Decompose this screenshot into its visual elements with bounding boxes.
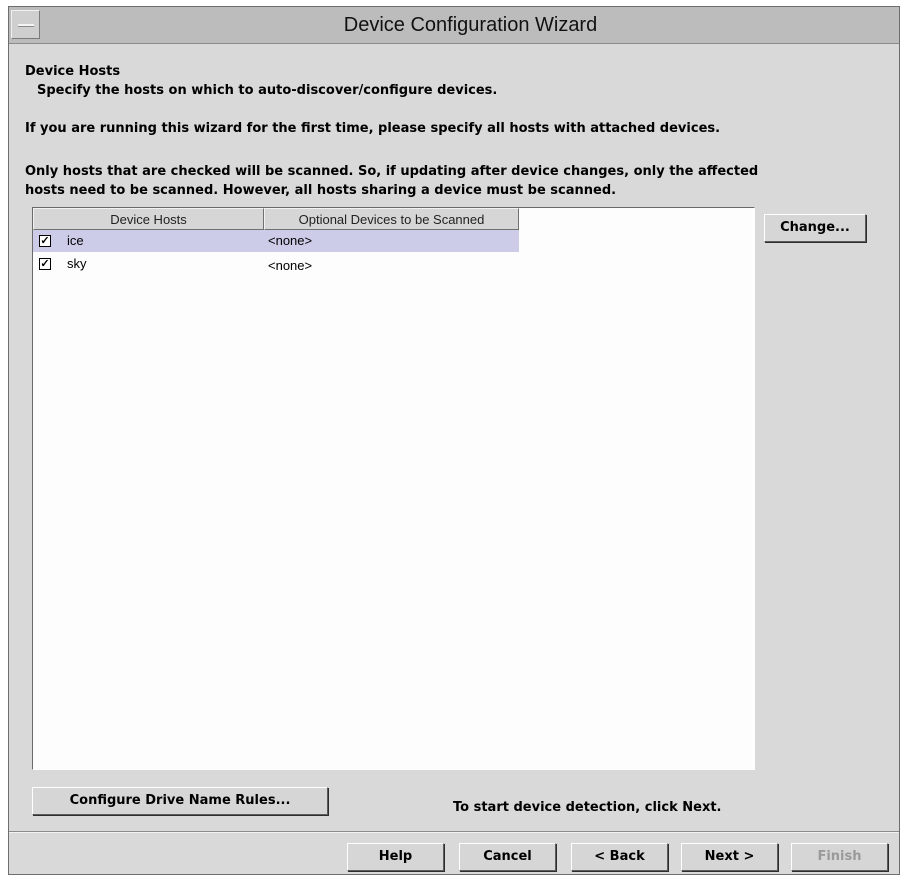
scan-note-line-1: Only hosts that are checked will be scan…	[25, 164, 759, 179]
page-heading: Device Hosts	[25, 64, 121, 79]
help-button[interactable]: Help	[347, 843, 444, 871]
next-hint-text: To start device detection, click Next.	[453, 800, 722, 815]
cancel-button[interactable]: Cancel	[459, 843, 556, 871]
wizard-window: Device Configuration Wizard Device Hosts…	[8, 6, 900, 875]
window-title: Device Configuration Wizard	[343, 14, 598, 36]
window-menu-icon	[18, 24, 34, 27]
window-menu-button[interactable]	[11, 10, 40, 39]
back-button[interactable]: < Back	[571, 843, 668, 871]
next-button[interactable]: Next >	[681, 843, 778, 871]
column-header-device-hosts[interactable]: Device Hosts	[33, 208, 264, 230]
wizard-content: Device Hosts Specify the hosts on which …	[9, 44, 899, 874]
host-name: ice	[67, 233, 84, 248]
first-time-note: If you are running this wizard for the f…	[25, 121, 721, 136]
table-row[interactable]: ✓ sky <none>	[33, 253, 519, 275]
title-bar: Device Configuration Wizard	[9, 7, 899, 44]
scan-note-line-2: hosts need to be scanned. However, all h…	[25, 183, 617, 198]
device-hosts-table[interactable]: Device Hosts Optional Devices to be Scan…	[32, 207, 755, 770]
column-header-optional-devices[interactable]: Optional Devices to be Scanned	[264, 208, 519, 230]
finish-button[interactable]: Finish	[791, 843, 888, 871]
host-checkbox[interactable]: ✓	[39, 235, 51, 247]
optional-devices-value: <none>	[268, 258, 313, 273]
host-name: sky	[67, 256, 87, 271]
table-row[interactable]: ✓ ice <none>	[33, 230, 519, 252]
configure-drive-name-rules-button[interactable]: Configure Drive Name Rules...	[32, 787, 328, 815]
button-bar: Help Cancel < Back Next > Finish	[9, 831, 899, 874]
page-description: Specify the hosts on which to auto-disco…	[37, 83, 498, 98]
optional-devices-value: <none>	[268, 233, 313, 248]
host-checkbox[interactable]: ✓	[39, 258, 51, 270]
table-header: Device Hosts Optional Devices to be Scan…	[33, 208, 519, 230]
change-button[interactable]: Change...	[764, 214, 866, 242]
